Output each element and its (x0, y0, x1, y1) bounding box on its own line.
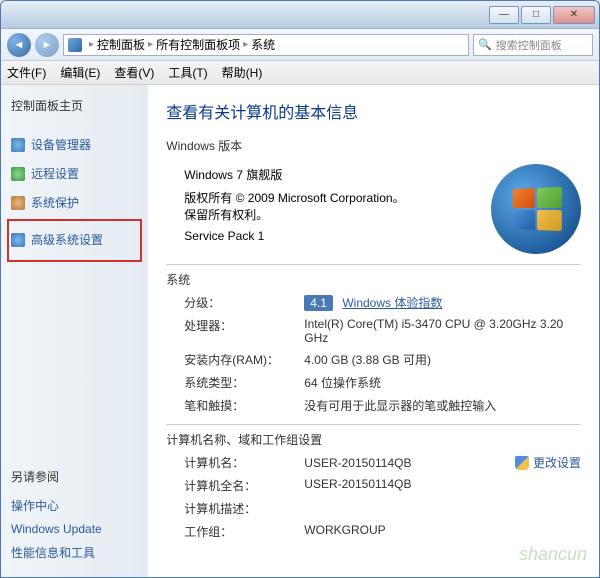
full-name-label: 计算机全名： (184, 477, 304, 494)
computer-icon (68, 38, 82, 52)
remote-icon (11, 167, 25, 181)
chevron-right-icon: ▸ (243, 39, 248, 50)
menu-tools[interactable]: 工具(T) (168, 64, 207, 81)
divider (166, 264, 581, 265)
system-section-title: 系统 (166, 271, 581, 288)
menubar: 文件(F) 编辑(E) 查看(V) 工具(T) 帮助(H) (1, 61, 599, 85)
minimize-button[interactable]: — (489, 6, 519, 24)
sidebar-performance-info[interactable]: 性能信息和工具 (11, 544, 138, 561)
rating-badge: 4.1 (304, 295, 333, 311)
sidebar-item-label: 系统保护 (31, 194, 79, 211)
description-value (304, 500, 581, 517)
advanced-icon (11, 233, 25, 247)
content: 查看有关计算机的基本信息 Windows 版本 Windows 7 旗舰版 版权… (148, 85, 599, 560)
search-icon: 🔍 (478, 38, 492, 51)
workgroup-value: WORKGROUP (304, 523, 581, 540)
breadcrumb-control-panel[interactable]: 控制面板 (97, 36, 145, 53)
ram-label: 安装内存(RAM)： (184, 351, 304, 368)
page-heading: 查看有关计算机的基本信息 (166, 99, 581, 123)
search-input[interactable]: 🔍 搜索控制面板 (473, 34, 593, 56)
processor-label: 处理器： (184, 317, 304, 345)
sidebar-advanced-settings[interactable]: 高级系统设置 (11, 231, 134, 248)
experience-index-link[interactable]: Windows 体验指数 (342, 296, 442, 310)
sidebar-item-label: 高级系统设置 (31, 231, 103, 248)
see-also-label: 另请参阅 (11, 468, 138, 485)
sidebar-system-protection[interactable]: 系统保护 (11, 194, 138, 211)
divider (166, 424, 581, 425)
pen-touch-label: 笔和触摸： (184, 397, 304, 414)
change-settings-label: 更改设置 (533, 454, 581, 471)
computer-name-label: 计算机名： (184, 454, 304, 471)
breadcrumb[interactable]: ▸ 控制面板 ▸ 所有控制面板项 ▸ 系统 (63, 34, 469, 56)
highlight-box: 高级系统设置 (7, 219, 142, 262)
menu-edit[interactable]: 编辑(E) (60, 64, 100, 81)
sidebar: 控制面板主页 设备管理器 远程设置 系统保护 高级系统设置 另请参阅 (1, 85, 148, 577)
forward-button[interactable]: ► (35, 33, 59, 57)
workgroup-label: 工作组： (184, 523, 304, 540)
menu-file[interactable]: 文件(F) (7, 64, 46, 81)
windows-edition: Windows 7 旗舰版 (184, 166, 481, 183)
sidebar-remote-settings[interactable]: 远程设置 (11, 165, 138, 182)
change-settings-link[interactable]: 更改设置 (515, 454, 581, 471)
close-button[interactable]: ✕ (553, 6, 595, 24)
titlebar: — □ ✕ (1, 1, 599, 29)
copyright: 版权所有 © 2009 Microsoft Corporation。保留所有权利… (184, 189, 414, 223)
system-type-value: 64 位操作系统 (304, 374, 581, 391)
domain-section-title: 计算机名称、域和工作组设置 (166, 431, 581, 448)
computer-name-value: USER-20150114QB (304, 456, 411, 470)
search-placeholder: 搜索控制面板 (496, 37, 562, 53)
system-window: — □ ✕ ◄ ► ▸ 控制面板 ▸ 所有控制面板项 ▸ 系统 🔍 搜索控制面板… (0, 0, 600, 578)
processor-value: Intel(R) Core(TM) i5-3470 CPU @ 3.20GHz … (304, 317, 581, 345)
rating-label: 分级： (184, 294, 304, 311)
shield-icon (515, 456, 529, 470)
sidebar-device-manager[interactable]: 设备管理器 (11, 136, 138, 153)
menu-view[interactable]: 查看(V) (114, 64, 154, 81)
control-panel-home[interactable]: 控制面板主页 (11, 97, 138, 114)
edition-section-title: Windows 版本 (166, 137, 581, 154)
device-manager-icon (11, 138, 25, 152)
system-type-label: 系统类型： (184, 374, 304, 391)
full-name-value: USER-20150114QB (304, 477, 581, 494)
ram-value: 4.00 GB (3.88 GB 可用) (304, 351, 581, 368)
protection-icon (11, 196, 25, 210)
description-label: 计算机描述： (184, 500, 304, 517)
sidebar-item-label: 远程设置 (31, 165, 79, 182)
chevron-right-icon: ▸ (89, 39, 94, 50)
navbar: ◄ ► ▸ 控制面板 ▸ 所有控制面板项 ▸ 系统 🔍 搜索控制面板 (1, 29, 599, 61)
body: 控制面板主页 设备管理器 远程设置 系统保护 高级系统设置 另请参阅 (1, 85, 599, 577)
sidebar-action-center[interactable]: 操作中心 (11, 497, 138, 514)
breadcrumb-all-items[interactable]: 所有控制面板项 (156, 36, 240, 53)
windows-logo-icon (491, 164, 581, 254)
maximize-button[interactable]: □ (521, 6, 551, 24)
back-button[interactable]: ◄ (7, 33, 31, 57)
pen-touch-value: 没有可用于此显示器的笔或触控输入 (304, 397, 581, 414)
breadcrumb-system[interactable]: 系统 (251, 36, 275, 53)
service-pack: Service Pack 1 (184, 229, 481, 243)
sidebar-windows-update[interactable]: Windows Update (11, 522, 138, 536)
chevron-right-icon: ▸ (148, 39, 153, 50)
menu-help[interactable]: 帮助(H) (222, 64, 263, 81)
sidebar-item-label: 设备管理器 (31, 136, 91, 153)
